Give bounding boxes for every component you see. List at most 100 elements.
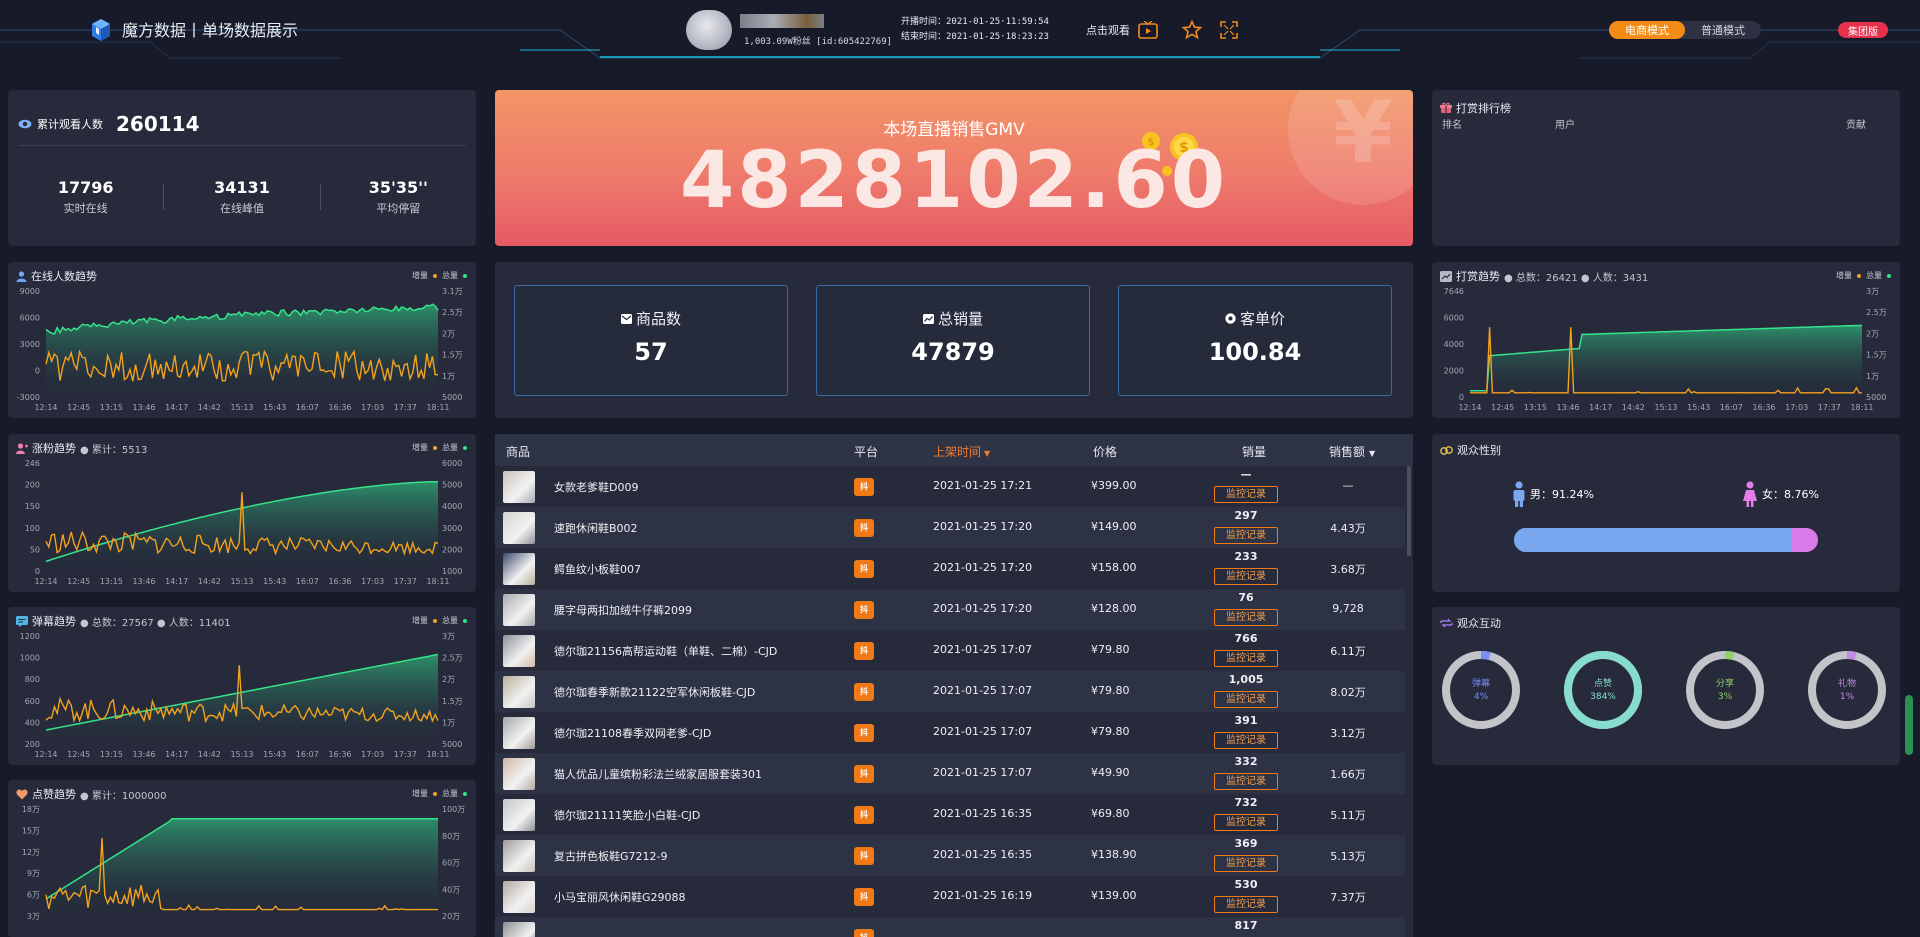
x-tick-label: 12:14 [34,750,57,759]
product-name[interactable]: 德尔珈21111笑脸小白鞋-CJD [554,807,700,823]
male-icon [1513,481,1525,507]
x-tick-label: 14:42 [1622,403,1645,412]
gmv-value: 4828102.60 [679,136,1229,226]
table-row[interactable]: 德尔珈春季新款21122空军休闲板鞋-CJD 抖 2021-01-25 17:07 ¥… [495,671,1405,712]
anchor-info[interactable]: 1,003.09W粉丝 [id:605422769] [686,10,892,50]
table-row[interactable]: 鳄鱼纹小板鞋007 抖 2021-01-25 17:20 ¥158.00 233 监控记录… [495,548,1405,589]
monitor-record-button[interactable]: 监控记录 [1214,527,1278,544]
table-row[interactable]: 德尔珈21111笑脸小白鞋-CJD 抖 2021-01-25 16:35 ¥69.80… [495,794,1405,835]
product-name[interactable]: 小马宝丽风休闲鞋G29088 [554,889,686,905]
donut-name: 弹幕 [1471,679,1490,689]
product-name[interactable]: 速跑休闲鞋B002 [554,520,638,536]
col-revenue-sort[interactable]: 销售额 ▼ [1329,443,1375,460]
table-row[interactable]: 德尔珈21156高帮运动鞋（单鞋、二棉）-CJD 抖 2021-01-25 17:0… [495,630,1405,671]
table-row[interactable]: 德尔珈21108春季双网老爹-CJD 抖 2021-01-25 17:07 ¥79.8… [495,712,1405,753]
table-row[interactable]: 腰字母两扣加绒牛仔裤2099 抖 2021-01-25 17:20 ¥128.00 76… [495,589,1405,630]
product-thumbnail[interactable] [503,758,535,790]
col-price: 价格 [1093,445,1118,459]
table-row[interactable]: 猫人优品儿童缤粉彩法兰绒家居服套装301 抖 2021-01-25 17:07 ¥49… [495,753,1405,794]
y-tick-label: 2000 [442,545,462,554]
product-name[interactable]: 德尔珈21108春季双网老爹-CJD [554,725,711,741]
product-price: ¥79.80 [1091,643,1130,656]
product-price: ¥128.00 [1091,602,1137,615]
x-tick-label: 14:42 [198,403,221,412]
col-product: 商品 [506,445,531,459]
y-tick-label: 2.5万 [1866,308,1887,317]
interaction-donut: 弹幕 4% [1440,649,1522,731]
donut-pct: 1% [1839,692,1855,702]
x-tick-label: 12:14 [34,577,57,586]
y-tick-label: 18万 [22,805,40,814]
product-thumbnail[interactable] [503,553,535,585]
product-name[interactable]: 猫人优品儿童缤粉彩法兰绒家居服套装301 [554,766,762,782]
page-scrollbar[interactable] [1905,695,1913,755]
product-thumbnail[interactable] [503,881,535,913]
avg-order-label: 客单价 [1239,310,1285,328]
live-times: 开播时间：2021-01-25·11:59:54 结束时间：2021-01-25… [901,15,1049,45]
end-time: 结束时间：2021-01-25·18:23:23 [901,32,1049,42]
table-row[interactable]: 小马宝丽风休闲鞋G29088 抖 2021-01-25 16:19 ¥139.00 53… [495,876,1405,917]
x-tick-label: 16:36 [328,750,351,759]
donut-ring [1686,651,1764,729]
table-row[interactable]: 抖817监控记录 [495,917,1405,937]
product-thumbnail[interactable] [503,594,535,626]
product-name[interactable]: 德尔珈春季新款21122空军休闲板鞋-CJD [554,684,755,700]
table-row[interactable]: 女款老爹鞋D009 抖 2021-01-25 17:21 ¥399.00 — 监控记录 — [495,466,1405,507]
y-tick-label: 3万 [1866,287,1879,296]
monitor-record-button[interactable]: 监控记录 [1214,773,1278,790]
y-tick-label: 7646 [1444,287,1464,296]
table-scrollbar[interactable] [1407,466,1411,556]
monitor-record-button[interactable]: 监控记录 [1214,609,1278,626]
product-name[interactable]: 德尔珈21156高帮运动鞋（单鞋、二棉）-CJD [554,643,777,659]
watch-label[interactable]: 点击观看 [1086,22,1130,38]
col-time-sort[interactable]: 上架时间 ▼ [933,443,990,460]
table-row[interactable]: 复古拼色板鞋G7212-9 抖 2021-01-25 16:35 ¥138.90 369… [495,835,1405,876]
total-sales-card: 总销量 47879 [816,285,1090,396]
table-row[interactable]: 速跑休闲鞋B002 抖 2021-01-25 17:20 ¥149.00 297 监控记录… [495,507,1405,548]
sort-down-icon[interactable]: ▼ [984,449,990,458]
monitor-record-button[interactable]: 监控记录 [1214,568,1278,585]
mode-normal[interactable]: 普通模式 [1685,21,1761,39]
x-tick-label: 14:17 [1589,403,1612,412]
douyin-platform-icon: 抖 [854,560,874,578]
product-sales: 233 [1234,550,1258,563]
product-thumbnail[interactable] [503,922,535,937]
monitor-record-button[interactable]: 监控记录 [1214,814,1278,831]
monitor-record-button[interactable]: 监控记录 [1214,486,1278,503]
y-tick-label: 6万 [27,891,40,900]
product-name[interactable]: 女款老爹鞋D009 [554,479,638,495]
monitor-record-button[interactable]: 监控记录 [1214,732,1278,749]
y-tick-label: 5000 [1866,393,1886,402]
group-edition-button[interactable]: 集团版 [1838,22,1888,38]
x-tick-label: 17:37 [1818,403,1841,412]
product-thumbnail[interactable] [503,840,535,872]
product-thumbnail[interactable] [503,676,535,708]
monitor-record-button[interactable]: 监控记录 [1214,650,1278,667]
monitor-record-button[interactable]: 监控记录 [1214,896,1278,913]
product-thumbnail[interactable] [503,471,535,503]
tv-play-icon[interactable] [1138,21,1158,39]
monitor-record-button[interactable]: 监控记录 [1214,855,1278,872]
avg-order-card: 客单价 100.84 [1118,285,1392,396]
fullscreen-icon[interactable] [1220,21,1238,39]
product-name[interactable]: 复古拼色板鞋G7212-9 [554,848,668,864]
y-tick-label: 1000 [20,654,40,663]
donut-pct: 4% [1473,692,1489,702]
monitor-record-button[interactable]: 监控记录 [1214,691,1278,708]
product-thumbnail[interactable] [503,512,535,544]
sort-down-icon[interactable]: ▼ [1369,449,1375,458]
mode-ecommerce[interactable]: 电商模式 [1609,21,1685,39]
product-sales: 76 [1238,591,1254,604]
product-thumbnail[interactable] [503,717,535,749]
product-thumbnail[interactable] [503,635,535,667]
x-tick-label: 12:45 [1491,403,1514,412]
anchor-avatar[interactable] [686,10,732,50]
star-icon[interactable] [1182,20,1202,40]
product-name[interactable]: 鳄鱼纹小板鞋007 [554,561,641,577]
mode-switch[interactable]: 电商模式 普通模式 [1609,21,1761,39]
product-thumbnail[interactable] [503,799,535,831]
douyin-platform-icon: 抖 [854,642,874,660]
product-name[interactable]: 腰字母两扣加绒牛仔裤2099 [554,602,692,618]
y-tick-label: 600 [25,697,40,706]
total-sales-label: 总销量 [937,310,983,328]
